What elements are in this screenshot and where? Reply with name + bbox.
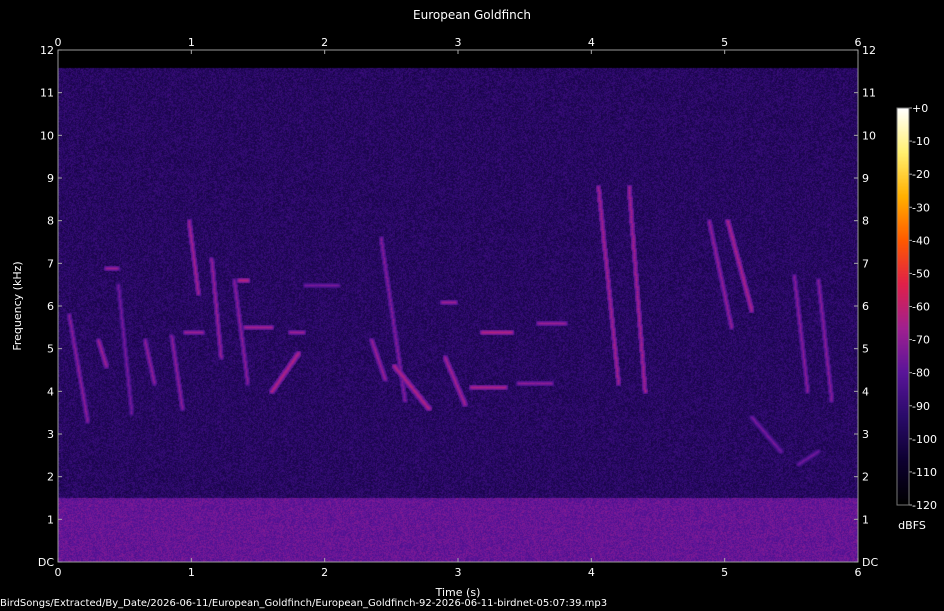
x-tick-label-bottom: 3 (455, 566, 462, 579)
spectrogram-figure: European Goldfinch 00112233445566DC DC1 12… (11, 8, 937, 599)
x-tick-label-bottom: 4 (588, 566, 595, 579)
y-tick-label-left: 2 (47, 471, 54, 484)
y-tick-label-left: 9 (47, 172, 54, 185)
y-tick-label-right: 10 (862, 129, 876, 142)
y-tick-label-left: 6 (47, 300, 54, 313)
y-tick-label-right: 11 (862, 87, 876, 100)
y-tick-label-left: 1 (47, 513, 54, 526)
y-tick-label-right: 9 (862, 172, 869, 185)
colorbar-tick-label: -100 (912, 433, 937, 446)
x-tick-label-top: 0 (55, 36, 62, 49)
spectrogram-canvas (58, 50, 858, 562)
y-tick-label-left: 7 (47, 257, 54, 270)
y-tick-label-right: 5 (862, 343, 869, 356)
chart-title: European Goldfinch (413, 8, 531, 22)
x-tick-label-top: 2 (321, 36, 328, 49)
colorbar-tick-label: +0 (912, 102, 928, 115)
spectrogram-plot (57, 49, 859, 563)
y-tick-label-left: DC (38, 556, 54, 569)
x-tick-label-bottom: 2 (321, 566, 328, 579)
y-tick-label-right: DC (862, 556, 878, 569)
x-tick-label-top: 5 (721, 36, 728, 49)
colorbar-tick-label: -80 (912, 367, 930, 380)
y-tick-label-left: 12 (40, 44, 54, 57)
x-tick-label-bottom: 5 (721, 566, 728, 579)
y-tick-label-right: 8 (862, 215, 869, 228)
y-tick-label-right: 6 (862, 300, 869, 313)
y-tick-label-left: 11 (40, 87, 54, 100)
y-tick-label-left: 5 (47, 343, 54, 356)
y-tick-label-left: 8 (47, 215, 54, 228)
y-tick-label-right: 2 (862, 471, 869, 484)
y-axis-label: Frequency (kHz) (11, 261, 24, 350)
x-tick-label-bottom: 6 (855, 566, 862, 579)
x-tick-label-top: 6 (855, 36, 862, 49)
colorbar-tick-label: -110 (912, 466, 937, 479)
colorbar-tick-label: -20 (912, 168, 930, 181)
y-tick-label-left: 4 (47, 385, 54, 398)
y-tick-label-left: 3 (47, 428, 54, 441)
y-tick-label-right: 12 (862, 44, 876, 57)
x-tick-label-top: 1 (188, 36, 195, 49)
colorbar (896, 107, 910, 506)
colorbar-tick-label: -120 (912, 499, 937, 512)
colorbar-gradient (897, 108, 909, 505)
colorbar-tick-label: -90 (912, 400, 930, 413)
colorbar-tick-label: -70 (912, 334, 930, 347)
y-tick-label-right: 1 (862, 513, 869, 526)
colorbar-tick-label: -10 (912, 135, 930, 148)
y-tick-label-left: 10 (40, 129, 54, 142)
x-tick-label-bottom: 0 (55, 566, 62, 579)
y-tick-label-right: 4 (862, 385, 869, 398)
x-tick-label-top: 4 (588, 36, 595, 49)
colorbar-label: dBFS (898, 519, 926, 532)
y-tick-label-right: 3 (862, 428, 869, 441)
y-tick-label-right: 7 (862, 257, 869, 270)
file-path: BirdSongs/Extracted/By_Date/2026-06-11/E… (0, 598, 608, 609)
colorbar-tick-label: -60 (912, 301, 930, 314)
colorbar-tick-label: -50 (912, 267, 930, 280)
x-tick-label-bottom: 1 (188, 566, 195, 579)
colorbar-tick-label: -40 (912, 234, 930, 247)
colorbar-tick-label: -30 (912, 201, 930, 214)
x-tick-label-top: 3 (455, 36, 462, 49)
